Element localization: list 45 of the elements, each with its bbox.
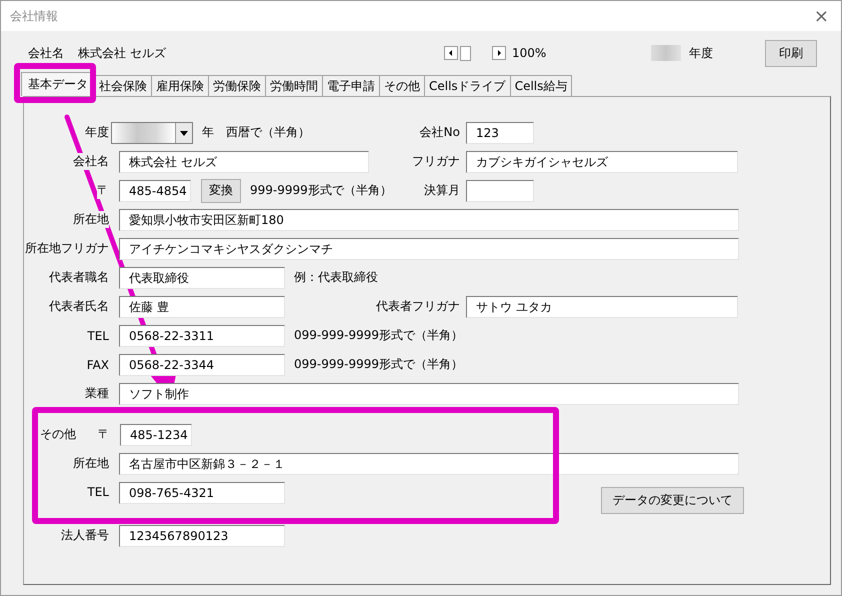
scroll-thumb[interactable] [460, 46, 471, 60]
zoom-percent: 100% [512, 46, 546, 60]
field-label: 代表者職名 [49, 269, 109, 286]
company-name: 株式会社 セルズ [78, 44, 166, 62]
fiscal-month-field[interactable] [466, 180, 534, 202]
field-label: TEL [87, 485, 109, 499]
corp-number-field[interactable]: 1234567890123 [119, 524, 285, 546]
field-label: 会社No [420, 124, 460, 141]
hint-text: 例：代表取締役 [294, 269, 378, 286]
data-change-button[interactable]: データの変更について [601, 487, 744, 514]
field-label: 所在地フリガナ [25, 240, 109, 257]
address-field[interactable]: 名古屋市中区新錦３－２－１ [119, 452, 739, 474]
print-button[interactable]: 印刷 [765, 40, 817, 66]
rep-kana-field[interactable]: サトウ ユタカ [466, 296, 738, 318]
section-label: その他 [40, 426, 76, 443]
company-label: 会社名 [28, 44, 64, 62]
tab[interactable]: Cells給与 [510, 75, 572, 96]
field-label: 会社名 [73, 153, 109, 170]
year-suffix: 年度 [689, 44, 713, 62]
fax-field[interactable]: 0568-22-3344 [119, 354, 285, 376]
postal-field[interactable]: 485-1234 [120, 424, 192, 446]
field-label: 代表者フリガナ [376, 298, 460, 315]
field-label: 所在地 [73, 211, 109, 228]
field-label: TEL [87, 328, 109, 342]
tel-field[interactable]: 098-765-4321 [119, 482, 285, 504]
rep-name-field[interactable]: 佐藤 豊 [119, 296, 285, 318]
field-label: フリガナ [412, 153, 460, 170]
address-kana-field[interactable]: アイチケンコマキシヤスダクシンマチ [119, 238, 739, 260]
tel-field[interactable]: 0568-22-3311 [119, 324, 285, 346]
postal-field[interactable]: 485-4854 [119, 180, 191, 202]
furigana-field[interactable]: カブシキガイシャセルズ [466, 150, 738, 172]
company-name-field[interactable]: 株式会社 セルズ [119, 150, 369, 172]
field-label: 決算月 [424, 182, 460, 199]
field-label: 代表者氏名 [49, 298, 109, 315]
close-button[interactable]: × [810, 6, 833, 26]
address-field[interactable]: 愛知県小牧市安田区新町180 [119, 208, 739, 230]
industry-field[interactable]: ソフト制作 [119, 382, 739, 404]
year-dropdown[interactable] [111, 122, 193, 144]
field-label: 法人番号 [61, 527, 109, 544]
rep-title-field[interactable]: 代表取締役 [119, 266, 285, 288]
field-label: FAX [86, 358, 109, 372]
company-no-field[interactable]: 123 [466, 122, 534, 144]
blurred-value [651, 45, 681, 61]
window-title: 会社情報 [10, 8, 58, 24]
convert-button[interactable]: 変換 [201, 178, 241, 202]
